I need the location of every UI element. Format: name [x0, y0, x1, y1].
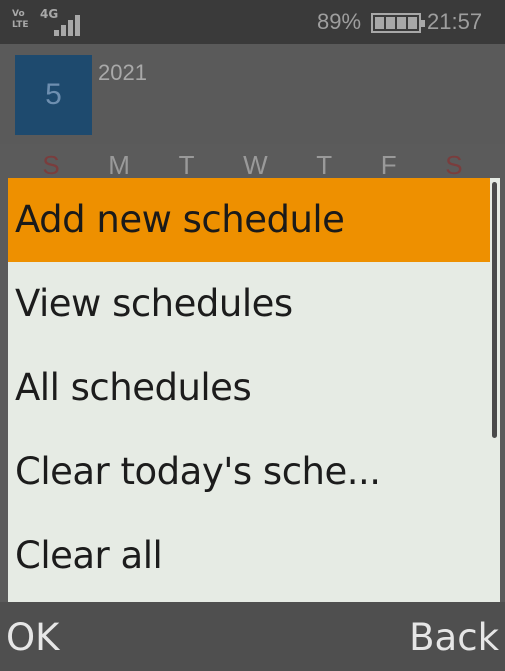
current-year: 2021 — [98, 60, 147, 85]
battery-icon — [371, 13, 425, 33]
weekday-row: S M T W T F S — [0, 150, 505, 180]
softkey-bar: OK Back — [0, 602, 505, 671]
volte-icon: Vo LTE — [12, 9, 34, 33]
volte-top-text: Vo — [12, 9, 25, 19]
volte-bottom-text: LTE — [12, 20, 29, 30]
ok-softkey[interactable]: OK — [6, 610, 59, 666]
weekday-sunday: S — [42, 150, 60, 180]
menu-item-add-new-schedule[interactable]: Add new schedule — [8, 178, 490, 262]
menu-scrollbar[interactable] — [492, 182, 497, 438]
weekday-friday: F — [380, 150, 397, 180]
signal-strength-icon — [54, 14, 94, 36]
options-menu: Add new schedule View schedules All sche… — [8, 178, 500, 602]
weekday-saturday: S — [445, 150, 463, 180]
status-bar: Vo LTE 4G 89% 21:57 — [0, 0, 505, 44]
phone-screen: Vo LTE 4G 89% 21:57 5 2021 S M T W T F S… — [0, 0, 505, 671]
menu-item-view-schedules[interactable]: View schedules — [8, 262, 490, 346]
weekday-wednesday: W — [243, 150, 268, 180]
back-softkey[interactable]: Back — [409, 610, 499, 666]
menu-item-clear-all[interactable]: Clear all — [8, 514, 490, 598]
current-day: 5 — [15, 55, 92, 135]
menu-item-all-schedules[interactable]: All schedules — [8, 346, 490, 430]
weekday-thursday: T — [316, 150, 333, 180]
weekday-monday: M — [108, 150, 130, 180]
clock: 21:57 — [427, 9, 483, 34]
weekday-tuesday: T — [178, 150, 195, 180]
battery-percent: 89% — [317, 9, 362, 34]
menu-item-clear-todays-schedules[interactable]: Clear today's sche... — [8, 430, 490, 514]
